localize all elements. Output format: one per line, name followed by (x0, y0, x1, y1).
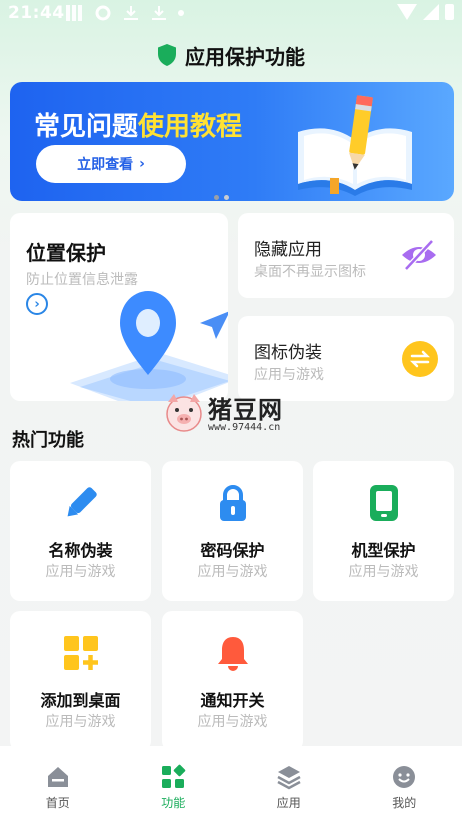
arrow-circle-icon[interactable]: › (26, 293, 48, 315)
pig-logo-icon (166, 394, 202, 432)
notification-icons (66, 5, 184, 21)
dot-notification-icon (178, 10, 184, 16)
grid-notification-icon (66, 5, 84, 21)
tab-label: 我的 (392, 796, 417, 810)
watermark-name: 猪豆网 (208, 396, 283, 424)
system-icons (397, 4, 454, 20)
eye-off-icon (402, 239, 436, 271)
feature-subtitle: 应用与游戏 (45, 714, 116, 730)
feature-name-disguise[interactable]: 名称伪装 应用与游戏 (10, 461, 151, 601)
feature-subtitle: 应用与游戏 (197, 714, 268, 730)
feature-title: 名称伪装 (48, 541, 113, 560)
tab-label: 功能 (161, 796, 186, 810)
lock-icon (219, 485, 246, 521)
banner-headline: 常见问题使用教程 (34, 106, 242, 143)
banner-headline-yellow: 使用教程 (138, 112, 243, 142)
icon-disguise-title: 图标伪装 (254, 343, 322, 363)
watermark-url: www.97444.cn (208, 422, 281, 433)
site-watermark: 猪豆网 www.97444.cn (160, 388, 300, 438)
download-notification-icon (122, 5, 140, 21)
signal-icon (423, 4, 439, 20)
layers-icon (277, 766, 301, 790)
apps-icon (162, 764, 186, 788)
section-title: 热门功能 (12, 430, 84, 451)
pencil-icon (67, 487, 97, 517)
tab-features[interactable]: 功能 (116, 746, 232, 823)
tab-apps[interactable]: 应用 (231, 746, 347, 823)
grid-plus-icon (63, 636, 98, 670)
feature-title: 机型保护 (351, 541, 416, 560)
feature-notification-toggle[interactable]: 通知开关 应用与游戏 (162, 611, 303, 751)
feature-subtitle: 应用与游戏 (348, 564, 419, 580)
bell-icon (217, 637, 248, 671)
tab-mine[interactable]: 我的 (347, 746, 462, 823)
feature-password-protect[interactable]: 密码保护 应用与游戏 (162, 461, 303, 601)
hide-app-subtitle: 桌面不再显示图标 (254, 264, 366, 280)
page-header: 应用保护功能 (0, 38, 462, 72)
status-time: 21:44 (8, 3, 65, 23)
wifi-icon (397, 4, 417, 20)
status-bar: 21:44 (0, 0, 462, 28)
tab-home[interactable]: 首页 (0, 746, 116, 823)
tab-label: 应用 (276, 796, 301, 810)
feature-device-protect[interactable]: 机型保护 应用与游戏 (313, 461, 454, 601)
feature-subtitle: 应用与游戏 (197, 564, 268, 580)
icon-disguise-subtitle: 应用与游戏 (254, 367, 324, 383)
page-title: 应用保护功能 (185, 44, 305, 69)
swap-icon (402, 341, 438, 377)
tutorial-banner[interactable]: 常见问题使用教程 立即查看 › (10, 82, 454, 201)
banner-headline-white: 常见问题 (34, 112, 139, 142)
hide-app-card[interactable]: 隐藏应用 桌面不再显示图标 (238, 213, 454, 298)
download-notification-icon-2 (150, 5, 168, 21)
hide-app-title: 隐藏应用 (254, 240, 322, 260)
face-icon (393, 766, 416, 788)
bottom-tab-bar: 首页 功能 应用 我的 (0, 746, 462, 823)
feature-subtitle: 应用与游戏 (45, 564, 116, 580)
home-icon (47, 767, 68, 787)
tab-label: 首页 (45, 796, 70, 810)
view-now-label: 立即查看 (77, 157, 134, 173)
chevron-right-icon: › (139, 156, 145, 172)
location-pin-illustration (70, 291, 228, 401)
feature-title: 密码保护 (200, 541, 265, 560)
phone-icon (369, 485, 398, 521)
view-now-button[interactable]: 立即查看 › (36, 145, 186, 183)
pagination-dot (224, 195, 229, 200)
location-protect-card[interactable]: 位置保护 防止位置信息泄露 › (10, 213, 228, 401)
battery-icon (445, 4, 454, 20)
feature-title: 通知开关 (200, 691, 265, 710)
feature-add-to-desktop[interactable]: 添加到桌面 应用与游戏 (10, 611, 151, 751)
pagination-dot (214, 195, 219, 200)
banner-pagination (214, 195, 229, 200)
feature-title: 添加到桌面 (40, 691, 121, 710)
book-pencil-icon (298, 95, 412, 196)
shield-icon (158, 44, 176, 66)
location-card-title: 位置保护 (26, 241, 106, 265)
settings-notification-icon (94, 5, 112, 21)
